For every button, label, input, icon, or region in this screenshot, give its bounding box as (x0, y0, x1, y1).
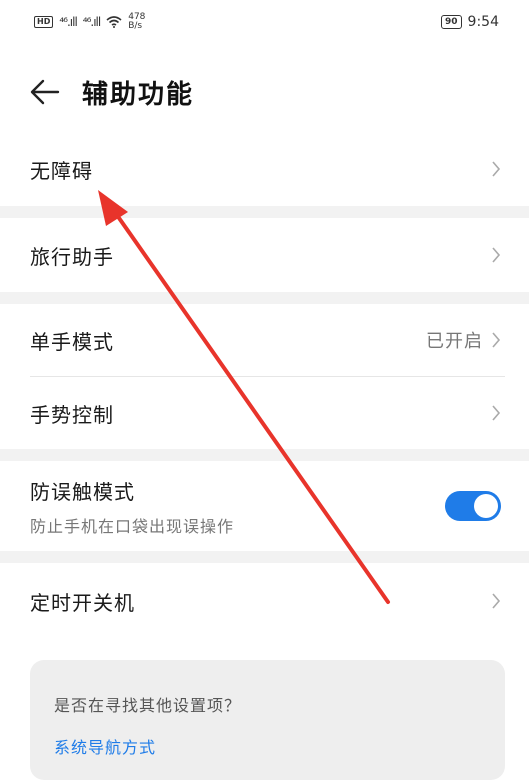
back-arrow-icon[interactable] (30, 78, 60, 106)
item-label: 防误触模式 (30, 479, 135, 504)
section-gap (0, 292, 529, 304)
item-right: 已开启 (426, 327, 501, 353)
section-gap (0, 206, 529, 218)
settings-item-mistouch-prevention: 防误触模式 防止手机在口袋出现误操作 (0, 461, 529, 551)
settings-item-scheduled-power[interactable]: 定时开关机 (0, 563, 529, 639)
mistouch-toggle-switch[interactable] (445, 491, 501, 521)
toggle-knob (474, 494, 498, 518)
item-label: 旅行助手 (30, 244, 114, 269)
settings-item-gesture-control[interactable]: 手势控制 (0, 377, 529, 449)
status-time: 9:54 (467, 14, 499, 30)
hd-indicator: HD (34, 16, 54, 28)
status-bar: HD ⁴⁶.ıll ⁴⁶.ıll 478 B/s 90 9:54 (0, 0, 529, 44)
suggestion-card: 是否在寻找其他设置项？ 系统导航方式 (30, 660, 505, 780)
item-sublabel: 防止手机在口袋出现误操作 (30, 516, 235, 536)
item-status-value: 已开启 (426, 331, 483, 352)
settings-item-one-hand-mode[interactable]: 单手模式 已开启 (0, 304, 529, 376)
settings-item-accessibility[interactable]: 无障碍 (0, 132, 529, 206)
item-label: 定时开关机 (30, 590, 135, 615)
signal-icon-1: ⁴⁶.ıll (59, 15, 77, 29)
chevron-right-icon (492, 332, 501, 348)
item-label: 手势控制 (30, 402, 114, 427)
suggestion-question: 是否在寻找其他设置项？ (54, 696, 242, 715)
chevron-right-icon (492, 593, 501, 609)
network-speed-unit: B/s (128, 21, 143, 31)
wifi-icon (106, 16, 122, 28)
page-title: 辅助功能 (82, 80, 195, 110)
section-gap (0, 449, 529, 461)
network-speed: 478 B/s (128, 13, 145, 31)
chevron-right-icon (492, 161, 501, 177)
status-left: HD ⁴⁶.ıll ⁴⁶.ıll 478 B/s (34, 13, 145, 31)
status-right: 90 9:54 (441, 14, 499, 30)
item-label: 单手模式 (30, 329, 114, 354)
item-label: 无障碍 (30, 158, 93, 183)
signal-icon-2: ⁴⁶.ıll (82, 15, 101, 29)
chevron-right-icon (492, 405, 501, 421)
settings-item-travel-assistant[interactable]: 旅行助手 (0, 218, 529, 292)
page-header: 辅助功能 (0, 62, 529, 122)
battery-icon: 90 (441, 15, 462, 29)
section-gap (0, 551, 529, 563)
item-text: 防误触模式 防止手机在口袋出现误操作 (30, 476, 234, 537)
chevron-right-icon (492, 247, 501, 263)
suggestion-link-navigation[interactable]: 系统导航方式 (54, 734, 156, 758)
